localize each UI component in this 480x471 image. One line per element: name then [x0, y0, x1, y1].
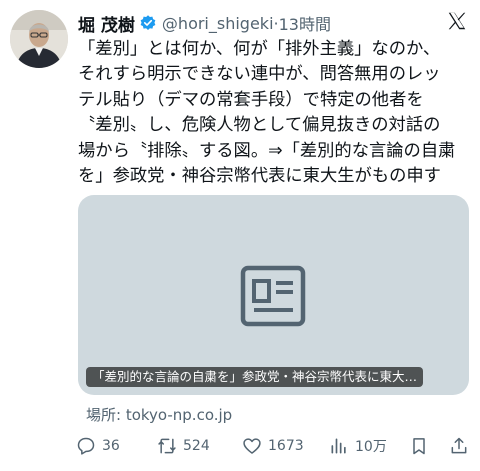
tweet-text-line: それすら明示できない連中が、問答無用のレッ [78, 64, 441, 85]
action-bar: 36 524 1673 10万 [76, 432, 472, 460]
tweet-header: 堀 茂樹 @hori_shigeki · 13時間 [78, 9, 470, 37]
share-button[interactable] [449, 432, 469, 460]
link-card-title[interactable]: 「差別的な言論の自粛を」参政党・神谷宗幣代表に東大… [86, 367, 424, 387]
tweet-text: 「差別」とは何か、何が「排外主義」なのか、 それすら明示できない連中が、問答無用… [78, 37, 474, 189]
reply-icon [77, 437, 95, 455]
author-name[interactable]: 堀 茂樹 [78, 11, 135, 36]
x-logo-icon[interactable] [446, 10, 468, 32]
author-handle[interactable]: @hori_shigeki [162, 14, 274, 33]
link-card[interactable]: 「差別的な言論の自粛を」参政党・神谷宗幣代表に東大… [78, 195, 469, 395]
bookmark-icon [413, 438, 425, 455]
tweet-text-line: テル貼り（デマの常套手段）で特定の他者を [78, 89, 424, 110]
share-icon [451, 437, 467, 454]
heart-icon [243, 438, 261, 454]
repost-button[interactable]: 524 [157, 432, 210, 460]
bookmark-button[interactable] [409, 432, 429, 460]
avatar-photo [10, 10, 68, 68]
repost-icon [158, 438, 176, 454]
avatar[interactable] [10, 10, 68, 68]
views-button[interactable]: 10万 [329, 432, 387, 460]
view-count: 10万 [355, 439, 387, 455]
tweet-text-line: 場から〝排除〟する図。⇒「差別的な言論の自粛 [78, 140, 456, 161]
verified-badge-icon [140, 15, 156, 30]
reply-button[interactable]: 36 [76, 432, 120, 460]
article-card-icon [240, 265, 306, 327]
tweet-text-line: を」参政党・神谷宗幣代表に東大生がもの申す [78, 166, 441, 187]
reply-count: 36 [102, 438, 120, 454]
like-count: 1673 [268, 438, 304, 454]
like-button[interactable]: 1673 [242, 432, 304, 460]
tweet-text-line: 〝差別〟し、危険人物として偏見抜きの対話の [78, 115, 441, 136]
tweet-text-line: 「差別」とは何か、何が「排外主義」なのか、 [78, 39, 441, 59]
tweet[interactable]: 堀 茂樹 @hori_shigeki · 13時間 「差別」とは何か、何が「排外… [0, 0, 480, 471]
repost-count: 524 [183, 438, 210, 454]
link-source[interactable]: 場所: tokyo-np.co.jp [86, 404, 232, 425]
views-chart-icon [331, 438, 346, 454]
timestamp[interactable]: 13時間 [279, 11, 331, 35]
